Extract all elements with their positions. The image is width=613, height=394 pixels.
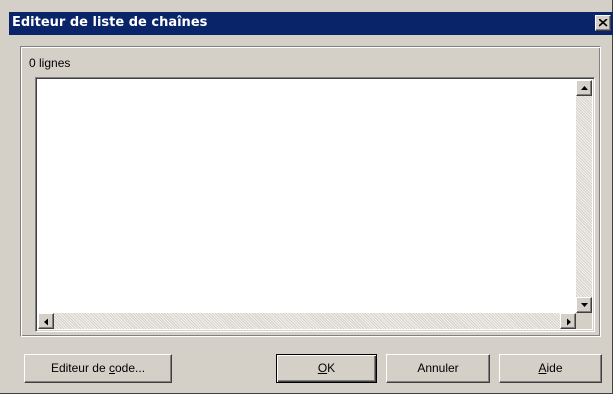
ok-button[interactable]: OK <box>276 354 377 383</box>
arrow-left-icon <box>44 318 48 326</box>
close-icon <box>599 19 608 27</box>
arrow-up-icon <box>581 86 588 90</box>
horizontal-scrollbar[interactable] <box>38 313 576 329</box>
ok-accel: O <box>317 361 328 375</box>
vertical-scrollbar[interactable] <box>576 80 592 313</box>
scroll-down-button[interactable] <box>576 297 592 313</box>
line-count-label: 0 lignes <box>29 56 71 70</box>
help-button[interactable]: Aide <box>499 354 602 383</box>
scroll-left-button[interactable] <box>38 313 54 329</box>
string-list-textarea[interactable] <box>35 77 595 332</box>
code-editor-label-b: ode... <box>115 361 146 375</box>
cancel-button[interactable]: Annuler <box>386 354 490 383</box>
string-list-editor-dialog: Editeur de liste de chaînes 0 lignes Edi… <box>0 0 613 394</box>
title-bar[interactable]: Editeur de liste de chaînes <box>9 12 613 35</box>
arrow-down-icon <box>581 303 588 307</box>
close-button[interactable] <box>595 15 611 31</box>
code-editor-button[interactable]: Editeur de code... <box>24 354 172 383</box>
window-title: Editeur de liste de chaînes <box>12 15 208 30</box>
scrollbar-corner <box>576 313 592 329</box>
arrow-right-icon <box>567 318 571 326</box>
ok-label-b: K <box>327 361 336 375</box>
scroll-up-button[interactable] <box>576 80 592 96</box>
code-editor-label-a: Editeur de <box>50 361 109 375</box>
help-label-b: ide <box>546 361 563 375</box>
lines-group: 0 lignes <box>20 46 601 337</box>
help-accel: A <box>538 361 547 375</box>
scroll-right-button[interactable] <box>560 313 576 329</box>
cancel-label: Annuler <box>417 361 459 375</box>
